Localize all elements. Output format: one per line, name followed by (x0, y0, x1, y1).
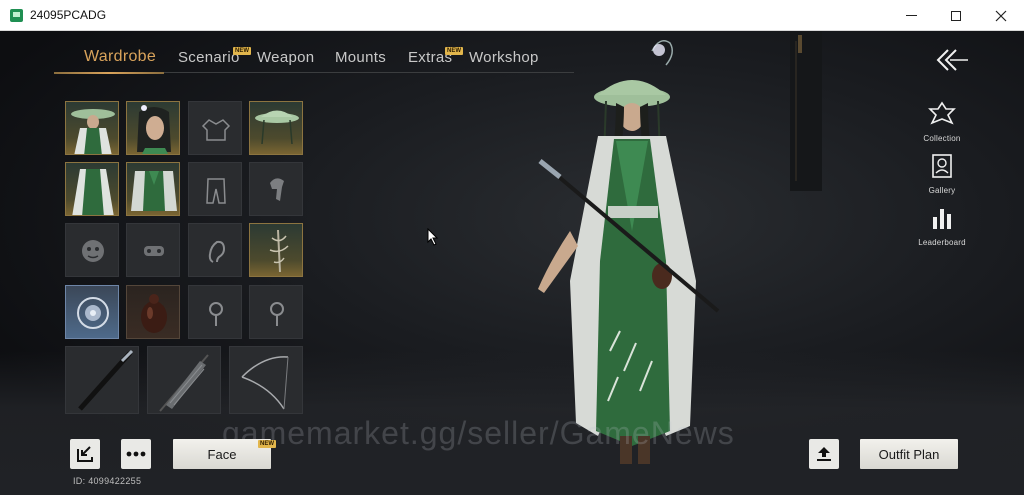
character-model (538, 40, 720, 464)
face-button-label: Face (207, 446, 237, 462)
slot-hairstyle[interactable] (126, 101, 180, 155)
rail-collection[interactable]: Collection (912, 101, 972, 143)
hair-accessory-icon (270, 178, 284, 201)
slot-headwear[interactable] (249, 101, 303, 155)
upload-icon (817, 447, 831, 461)
ring-icon (209, 302, 223, 326)
tab-wardrobe[interactable]: Wardrobe (84, 48, 156, 66)
new-badge: NEW (445, 47, 463, 55)
back-button[interactable] (934, 47, 970, 73)
umbrella-icon (159, 354, 209, 412)
full-outfit-portrait-icon (71, 109, 115, 154)
player-id: ID: 4099422255 (73, 476, 142, 486)
slot-ring-1[interactable] (188, 285, 242, 339)
ear-icon (208, 240, 226, 263)
gallery-icon (932, 154, 952, 178)
hanging-scroll (790, 31, 822, 191)
game-viewport: Wardrobe Scenario Weapon Mounts Extras W… (0, 31, 1024, 495)
window-title: 24095PCADG (30, 8, 107, 22)
robe-icon (131, 171, 177, 211)
more-button[interactable] (121, 439, 151, 469)
new-badge: NEW (233, 47, 251, 55)
upload-button[interactable] (809, 439, 839, 469)
face-button[interactable]: Face (173, 439, 271, 469)
sword-icon (78, 349, 134, 411)
minimize-button[interactable] (888, 0, 934, 31)
rail-label: Collection (923, 134, 961, 143)
slot-pants[interactable] (188, 162, 242, 216)
face-accessory-icon (144, 246, 164, 256)
more-icon (126, 451, 146, 457)
jacket-icon (201, 119, 231, 141)
back-ornament-icon (269, 229, 289, 273)
slot-earring[interactable] (188, 223, 242, 277)
watermark: gamemarket.gg/seller/GameNews (222, 415, 735, 451)
close-button[interactable] (978, 0, 1024, 31)
bamboo-hat-icon (255, 110, 299, 145)
gourd-icon (141, 294, 167, 333)
tab-label: Mounts (335, 49, 386, 66)
pants-icon (206, 178, 226, 204)
slot-robe-layer[interactable] (126, 162, 180, 216)
slot-gourd[interactable] (126, 285, 180, 339)
mouse-cursor-icon (427, 228, 439, 246)
outfit-plan-label: Outfit Plan (878, 446, 940, 462)
slot-top[interactable] (188, 101, 242, 155)
export-icon (77, 446, 93, 462)
tab-label: Scenario (178, 49, 240, 66)
category-tabs: Wardrobe Scenario Weapon Mounts Extras W… (54, 45, 574, 74)
slot-umbrella[interactable] (147, 346, 221, 414)
outfit-plan-button[interactable]: Outfit Plan (860, 439, 958, 469)
ring-icon (270, 302, 284, 326)
window-titlebar: 24095PCADG (0, 0, 1024, 31)
tab-mounts[interactable]: Mounts (335, 49, 386, 66)
slot-face-accessory[interactable] (126, 223, 180, 277)
slot-back-ornament[interactable] (249, 223, 303, 277)
robe-icon (72, 169, 114, 215)
rail-gallery[interactable]: Gallery (912, 153, 972, 195)
slot-bow[interactable] (229, 346, 303, 414)
slot-mask[interactable] (65, 223, 119, 277)
bow-icon (241, 356, 289, 410)
hairstyle-portrait-icon (137, 105, 171, 154)
maximize-icon (951, 10, 961, 21)
collection-icon (928, 101, 956, 125)
slot-hair-accessory[interactable] (249, 162, 303, 216)
active-tab-indicator (54, 72, 164, 74)
minimize-icon (905, 15, 917, 16)
rail-leaderboard[interactable]: Leaderboard (912, 205, 972, 247)
pendant-icon (77, 297, 109, 329)
tab-weapon[interactable]: Weapon (257, 49, 314, 66)
slot-outfit[interactable] (65, 101, 119, 155)
tab-scenario[interactable]: Scenario (178, 49, 240, 66)
tab-label: Weapon (257, 49, 315, 66)
slot-pendant[interactable] (65, 285, 119, 339)
back-arrow-icon (936, 49, 968, 71)
app-icon (10, 9, 23, 22)
maximize-button[interactable] (933, 0, 979, 31)
mask-icon (82, 240, 104, 262)
slot-ring-2[interactable] (249, 285, 303, 339)
slot-robe[interactable] (65, 162, 119, 216)
new-badge: NEW (258, 440, 276, 448)
close-icon (995, 10, 1007, 21)
tab-workshop[interactable]: Workshop (469, 49, 539, 66)
export-button[interactable] (70, 439, 100, 469)
rail-label: Gallery (928, 186, 956, 195)
tab-label: Wardrobe (84, 48, 157, 65)
tab-label: Workshop (469, 49, 539, 66)
rail-label: Leaderboard (918, 238, 966, 247)
leaderboard-icon (933, 209, 951, 229)
slot-sword[interactable] (65, 346, 139, 414)
